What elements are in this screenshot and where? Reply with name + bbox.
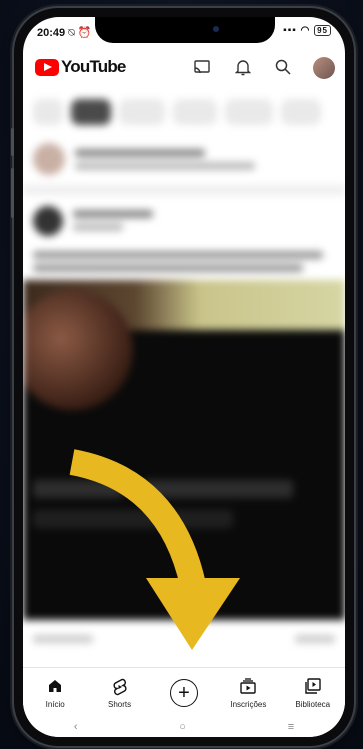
- yellow-curved-arrow-icon: [69, 449, 240, 650]
